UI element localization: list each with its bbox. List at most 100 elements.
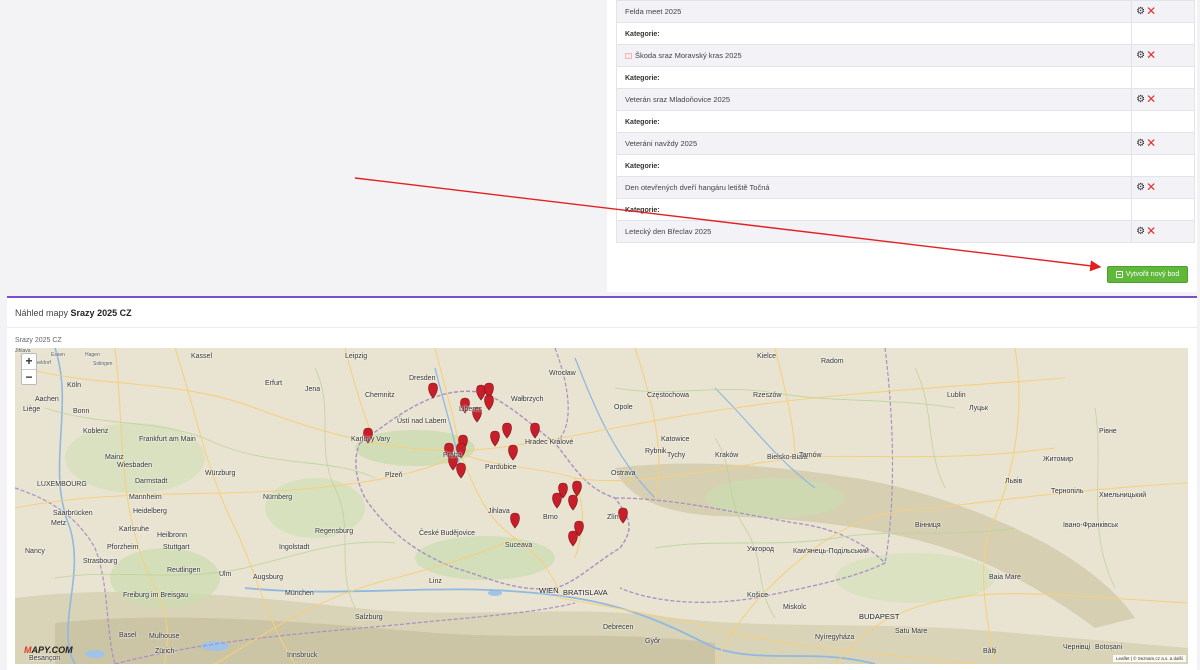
map-attribution[interactable]: Leaflet | © Seznam.cz a.s. a další	[1112, 655, 1186, 662]
city-label: Rybnik	[645, 448, 667, 455]
city-label: Strasbourg	[83, 558, 118, 565]
city-label: Jihlava	[488, 508, 510, 515]
city-label: Karlovy Vary	[351, 436, 391, 443]
event-row: Veterán sraz Mladoňovice 2025 ⚙✕	[615, 88, 1195, 111]
gear-icon[interactable]: ⚙	[1136, 139, 1145, 149]
map-sublabel: Srazy 2025 CZ	[15, 337, 62, 344]
category-label-cell: Kategorie:	[615, 66, 1133, 89]
city-label: Ostrava	[611, 470, 636, 477]
city-label: Innsbruck	[287, 652, 318, 659]
city-label: Essen	[51, 352, 65, 358]
city-label: Wiesbaden	[117, 462, 153, 469]
map-canvas[interactable]	[15, 348, 1188, 664]
category-row: Kategorie:	[615, 198, 1195, 221]
event-actions-cell: ⚙✕	[1131, 88, 1195, 111]
city-label: Jena	[305, 386, 321, 393]
city-label: Darmstadt	[135, 478, 168, 485]
events-panel: Felda meet 2025 ⚙✕ Kategorie: Škoda sraz Mo…	[607, 0, 1197, 292]
category-row: Kategorie:	[615, 66, 1195, 89]
city-label: Saarbrücken	[53, 510, 93, 517]
city-label: München	[285, 590, 314, 597]
event-name: Veteráni navždy 2025	[625, 139, 698, 148]
gear-icon[interactable]: ⚙	[1136, 7, 1145, 17]
city-label: Pforzheim	[107, 544, 139, 551]
city-label: Kielce	[757, 353, 777, 360]
category-empty-cell	[1131, 154, 1195, 177]
delete-icon[interactable]: ✕	[1146, 137, 1156, 149]
category-empty-cell	[1131, 22, 1195, 45]
map-preview-section: Náhled mapy Srazy 2025 CZ Srazy 2025 CZ	[7, 296, 1197, 670]
city-label: Augsburg	[253, 574, 283, 581]
gear-icon[interactable]: ⚙	[1136, 183, 1145, 193]
zoom-in-button[interactable]: +	[22, 354, 36, 369]
city-label: Radom	[821, 358, 844, 365]
city-label: Debrecen	[603, 624, 634, 631]
city-label: Mainz	[105, 454, 124, 461]
gear-icon[interactable]: ⚙	[1136, 95, 1145, 105]
event-actions-cell: ⚙✕	[1131, 0, 1195, 23]
delete-icon[interactable]: ✕	[1146, 225, 1156, 237]
city-label: Würzburg	[205, 470, 236, 477]
delete-icon[interactable]: ✕	[1146, 181, 1156, 193]
mapy-logo-m: M	[24, 645, 32, 655]
category-empty-cell	[1131, 66, 1195, 89]
city-label: Тернопіль	[1051, 488, 1084, 495]
city-label: Chemnitz	[365, 392, 395, 399]
map-header-name: Srazy 2025 CZ	[70, 308, 132, 318]
city-label: Lublin	[947, 392, 966, 399]
event-name-cell: Veteráni navždy 2025	[615, 132, 1133, 155]
city-label: Köln	[67, 382, 82, 389]
event-actions-cell: ⚙✕	[1131, 132, 1195, 155]
city-label: Plzeň	[385, 472, 403, 479]
category-label: Kategorie:	[625, 31, 660, 38]
city-label: Hradec Králové	[525, 439, 574, 446]
event-row: Den otevřených dveří hangáru letiště Toč…	[615, 176, 1195, 199]
category-label-cell: Kategorie:	[615, 22, 1133, 45]
zoom-control: + −	[21, 353, 37, 385]
zoom-out-button[interactable]: −	[22, 369, 36, 384]
city-label: Mannheim	[129, 494, 162, 501]
city-label: BRATISLAVA	[563, 588, 608, 597]
event-row: Veteráni navždy 2025 ⚙✕	[615, 132, 1195, 155]
category-label-cell: Kategorie:	[615, 154, 1133, 177]
city-label: Вінниця	[915, 522, 941, 529]
city-label: Bonn	[73, 408, 90, 415]
city-label: Tychy	[667, 452, 686, 459]
city-label: Salzburg	[355, 614, 383, 621]
city-label: Reutlingen	[167, 567, 201, 574]
category-row: Kategorie:	[615, 22, 1195, 45]
city-label: Mulhouse	[149, 633, 180, 640]
gear-icon[interactable]: ⚙	[1136, 51, 1145, 61]
city-label: Regensburg	[315, 528, 354, 535]
city-label: Győr	[645, 638, 661, 645]
city-label: České Budějovice	[419, 530, 476, 537]
category-row: Kategorie:	[615, 154, 1195, 177]
delete-icon[interactable]: ✕	[1146, 5, 1156, 17]
event-row: Letecký den Břeclav 2025 ⚙✕	[615, 220, 1195, 243]
city-label: Katowice	[661, 436, 690, 443]
create-new-point-button[interactable]: Vytvořit nový bod	[1107, 266, 1188, 283]
event-row: Felda meet 2025 ⚙✕	[615, 0, 1195, 23]
city-label: Stuttgart	[163, 544, 190, 551]
city-label: Leipzig	[345, 353, 368, 360]
event-name: Letecký den Břeclav 2025	[625, 227, 712, 236]
delete-icon[interactable]: ✕	[1146, 93, 1156, 105]
city-label: LUXEMBOURG	[37, 481, 87, 488]
city-label: Чернівці	[1063, 644, 1091, 651]
category-label: Kategorie:	[625, 207, 660, 214]
city-label: Košice	[747, 592, 769, 599]
mapy-logo[interactable]: MAPY.COM	[24, 645, 73, 655]
delete-icon[interactable]: ✕	[1146, 49, 1156, 61]
city-label: Solingen	[93, 361, 113, 367]
map-view[interactable]: Essen Hagen Düsseldorf Solingen Köln Aachen Li…	[15, 348, 1188, 664]
city-label: Rzeszów	[753, 392, 782, 399]
city-label: Suceava	[505, 542, 533, 549]
events-table: Felda meet 2025 ⚙✕ Kategorie: Škoda sraz Mo…	[615, 0, 1195, 243]
gear-icon[interactable]: ⚙	[1136, 227, 1145, 237]
city-label: Hagen	[85, 352, 100, 358]
category-label: Kategorie:	[625, 163, 660, 170]
event-name-cell: Letecký den Břeclav 2025	[615, 220, 1133, 243]
city-label: Kraków	[715, 452, 739, 459]
city-label: Кам'янець-Подільський	[793, 548, 869, 555]
city-label: Liberec	[459, 406, 482, 413]
